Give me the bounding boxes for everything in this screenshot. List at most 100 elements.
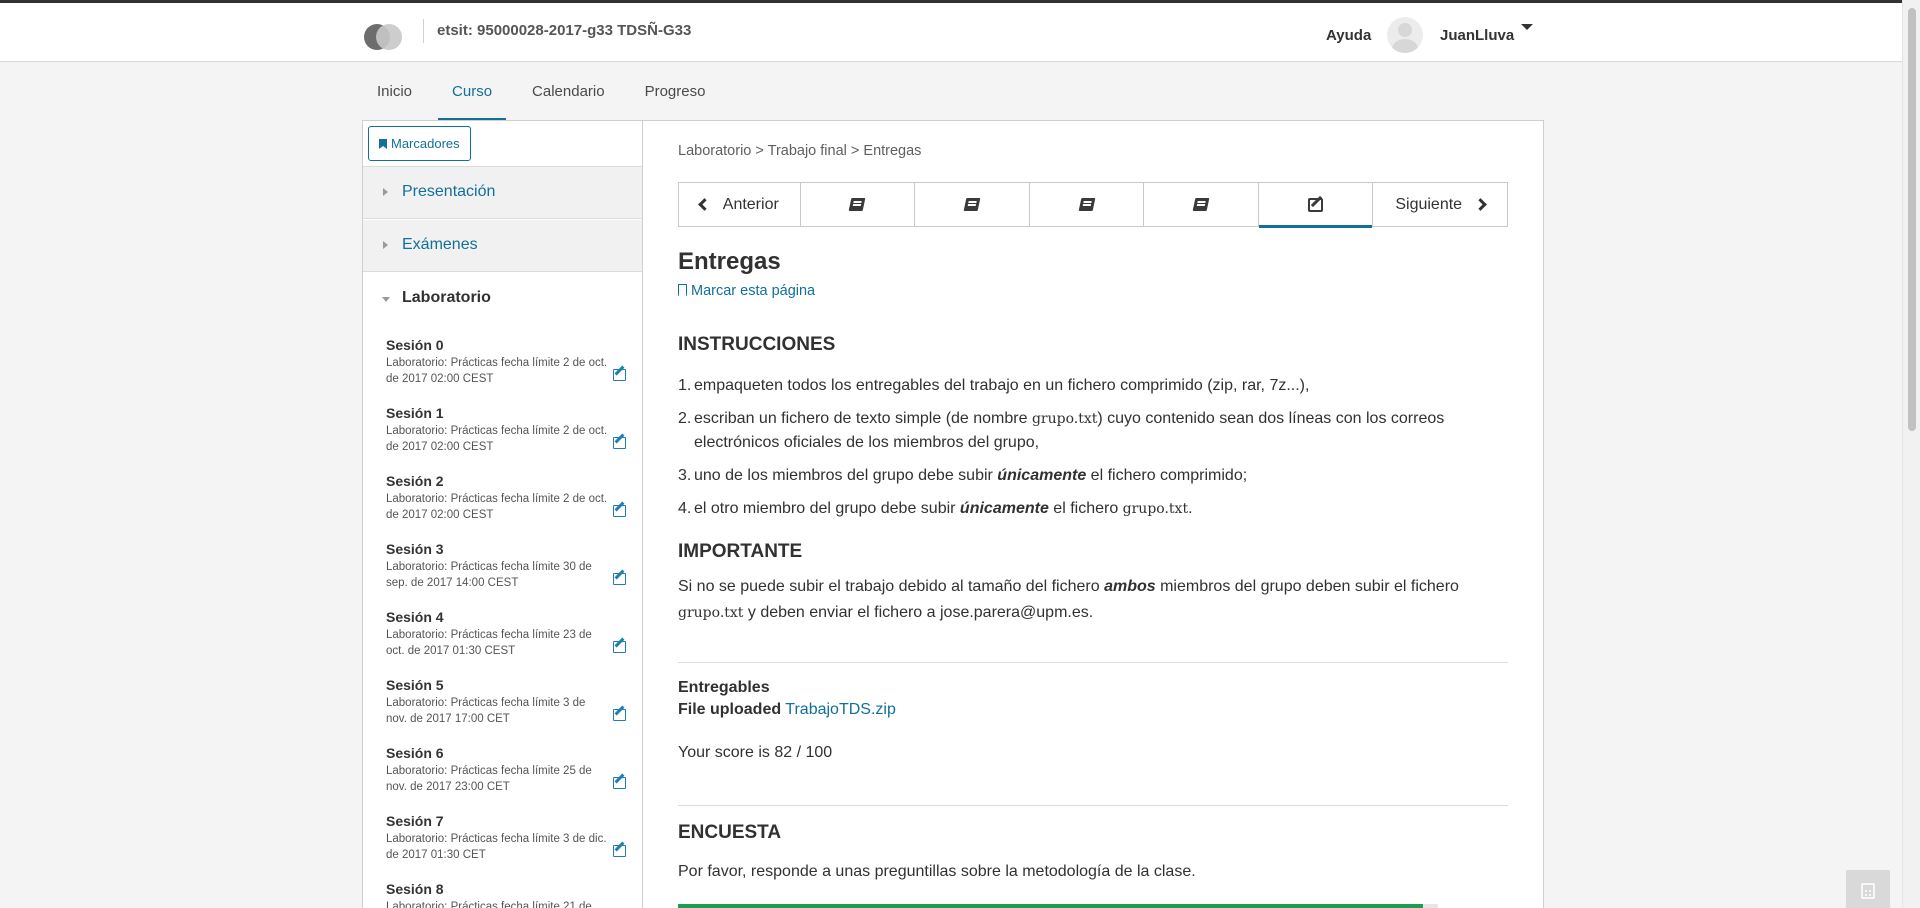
breadcrumb: Laboratorio > Trabajo final > Entregas	[678, 143, 922, 159]
session-item[interactable]: Sesión 4 Laboratorio: Prácticas fecha lí…	[386, 609, 626, 677]
edit-icon	[613, 437, 626, 449]
calculator-icon	[1861, 883, 1875, 899]
text-part: el otro miembro del grupo debe subir	[694, 500, 960, 517]
book-icon	[1192, 198, 1210, 211]
session-due: Laboratorio: Prácticas fecha límite 2 de…	[386, 425, 608, 453]
next-button[interactable]: Siguiente	[1373, 183, 1507, 226]
edit-icon	[613, 641, 626, 653]
tab-progreso[interactable]: Progreso	[631, 64, 720, 120]
section-presentacion[interactable]: Presentación	[363, 167, 642, 219]
section-label: Laboratorio	[402, 289, 491, 306]
text-part: uno de los miembros del grupo debe subir	[694, 467, 998, 484]
unit-tab-2[interactable]	[915, 183, 1030, 226]
tab-inicio[interactable]: Inicio	[363, 64, 426, 120]
unit-content: Laboratorio > Trabajo final > Entregas A…	[643, 121, 1543, 908]
session-item[interactable]: Sesión 1 Laboratorio: Prácticas fecha lí…	[386, 405, 626, 473]
caret-down-icon[interactable]	[1521, 24, 1533, 30]
session-title: Sesión 7	[386, 813, 444, 829]
previous-button[interactable]: Anterior	[679, 183, 801, 226]
tab-curso[interactable]: Curso	[438, 64, 507, 121]
scrollbar-thumb[interactable]	[1908, 8, 1916, 431]
session-due: Laboratorio: Prácticas fecha límite 3 de…	[386, 697, 586, 725]
previous-label: Anterior	[722, 195, 779, 213]
section-laboratorio[interactable]: Laboratorio	[363, 273, 642, 325]
filename-code: grupo.txt	[1122, 501, 1189, 517]
session-title: Sesión 0	[386, 337, 444, 353]
bookmark-icon	[379, 139, 387, 149]
page-scrollbar[interactable]	[1902, 0, 1920, 908]
session-due: Laboratorio: Prácticas fecha límite 3 de…	[386, 833, 607, 861]
list-number: 2.	[678, 410, 692, 427]
session-item[interactable]: Sesión 2 Laboratorio: Prácticas fecha lí…	[386, 473, 626, 541]
list-item: 4. el otro miembro del grupo debe subir ú…	[678, 497, 1508, 521]
survey-heading: ENCUESTA	[678, 822, 782, 843]
session-title: Sesión 5	[386, 677, 444, 693]
emphasis: ambos	[1104, 578, 1156, 595]
session-title: Sesión 3	[386, 541, 444, 557]
site-header: etsit: 95000028-2017-g33 TDSÑ-G33 Ayuda …	[0, 3, 1902, 62]
file-uploaded-label: File uploaded	[678, 701, 782, 718]
bookmark-page-label: Marcar esta página	[691, 283, 816, 299]
deliverables-label: Entregables	[678, 679, 770, 696]
instructions-list: 1. empaqueten todos los entregables del t…	[678, 374, 1508, 530]
edit-icon	[613, 845, 626, 857]
section-examenes[interactable]: Exámenes	[363, 220, 642, 272]
text-part: Si no se puede subir el trabajo debido a…	[678, 578, 1105, 595]
text-part: el fichero comprimido;	[1086, 467, 1248, 484]
edit-icon	[613, 709, 626, 721]
session-item[interactable]: Sesión 6 Laboratorio: Prácticas fecha lí…	[386, 745, 626, 813]
session-due: Laboratorio: Prácticas fecha límite 25 d…	[386, 765, 592, 793]
session-title: Sesión 8	[386, 881, 444, 897]
list-item: 1. empaqueten todos los entregables del t…	[678, 374, 1508, 398]
session-item[interactable]: Sesión 7 Laboratorio: Prácticas fecha lí…	[386, 813, 626, 881]
session-due: Laboratorio: Prácticas fecha límite 30 d…	[386, 561, 592, 589]
session-title: Sesión 6	[386, 745, 444, 761]
session-title: Sesión 2	[386, 473, 444, 489]
text-part: .	[1188, 500, 1193, 517]
filename-code: grupo.txt	[678, 605, 744, 621]
bookmark-outline-icon	[678, 284, 687, 296]
list-item: 2. escriban un fichero de texto simple (d…	[678, 407, 1508, 455]
text-part: miembros del grupo deben subir el ficher…	[1155, 578, 1459, 595]
unit-tab-5[interactable]	[1258, 183, 1374, 228]
edit-icon	[1308, 197, 1324, 212]
help-link[interactable]: Ayuda	[1326, 27, 1371, 44]
session-due: Laboratorio: Prácticas fecha límite 2 de…	[386, 493, 608, 521]
book-icon	[848, 198, 866, 211]
chevron-right-icon	[383, 241, 388, 249]
bookmarks-button[interactable]: Marcadores	[368, 126, 471, 161]
instruction-text: empaqueten todos los entregables del tra…	[694, 377, 1310, 394]
edit-icon	[613, 573, 626, 585]
instruction-text: el otro miembro del grupo debe subir úni…	[694, 497, 1193, 521]
text-part: el fichero	[1048, 500, 1123, 517]
chevron-left-icon	[697, 198, 711, 211]
chevron-down-icon	[382, 297, 390, 302]
session-item[interactable]: Sesión 0 Laboratorio: Prácticas fecha lí…	[386, 337, 626, 405]
section-label: Exámenes	[402, 236, 478, 253]
avatar[interactable]	[1387, 17, 1423, 53]
username-menu[interactable]: JuanLluva	[1440, 27, 1514, 44]
edit-icon	[613, 505, 626, 517]
session-item[interactable]: Sesión 8 Laboratorio: Prácticas fecha lí…	[386, 881, 626, 908]
tab-calendario[interactable]: Calendario	[518, 64, 619, 120]
filename-code: grupo.txt	[1031, 411, 1098, 427]
list-number: 3.	[678, 467, 692, 484]
edit-icon	[613, 369, 626, 381]
session-item[interactable]: Sesión 3 Laboratorio: Prácticas fecha lí…	[386, 541, 626, 609]
header-divider	[423, 19, 424, 43]
site-logo[interactable]	[364, 22, 406, 52]
book-icon	[1078, 198, 1095, 211]
section-label: Presentación	[402, 183, 496, 200]
unit-tab-4[interactable]	[1144, 183, 1259, 226]
uploaded-file-link[interactable]: TrabajoTDS.zip	[785, 701, 896, 718]
unit-tab-3[interactable]	[1030, 183, 1145, 226]
divider	[678, 662, 1508, 663]
course-outline: Marcadores Presentación Exámenes Laborat…	[363, 121, 643, 908]
bookmark-page-link[interactable]: Marcar esta página	[678, 283, 815, 299]
calculator-button[interactable]	[1846, 870, 1890, 908]
unit-tab-1[interactable]	[801, 183, 916, 226]
session-title: Sesión 4	[386, 609, 444, 625]
session-item[interactable]: Sesión 5 Laboratorio: Prácticas fecha lí…	[386, 677, 626, 745]
text-part: y deben enviar el fichero a jose.parera@…	[743, 604, 1094, 621]
session-due: Laboratorio: Prácticas fecha límite 21 d…	[386, 901, 592, 908]
